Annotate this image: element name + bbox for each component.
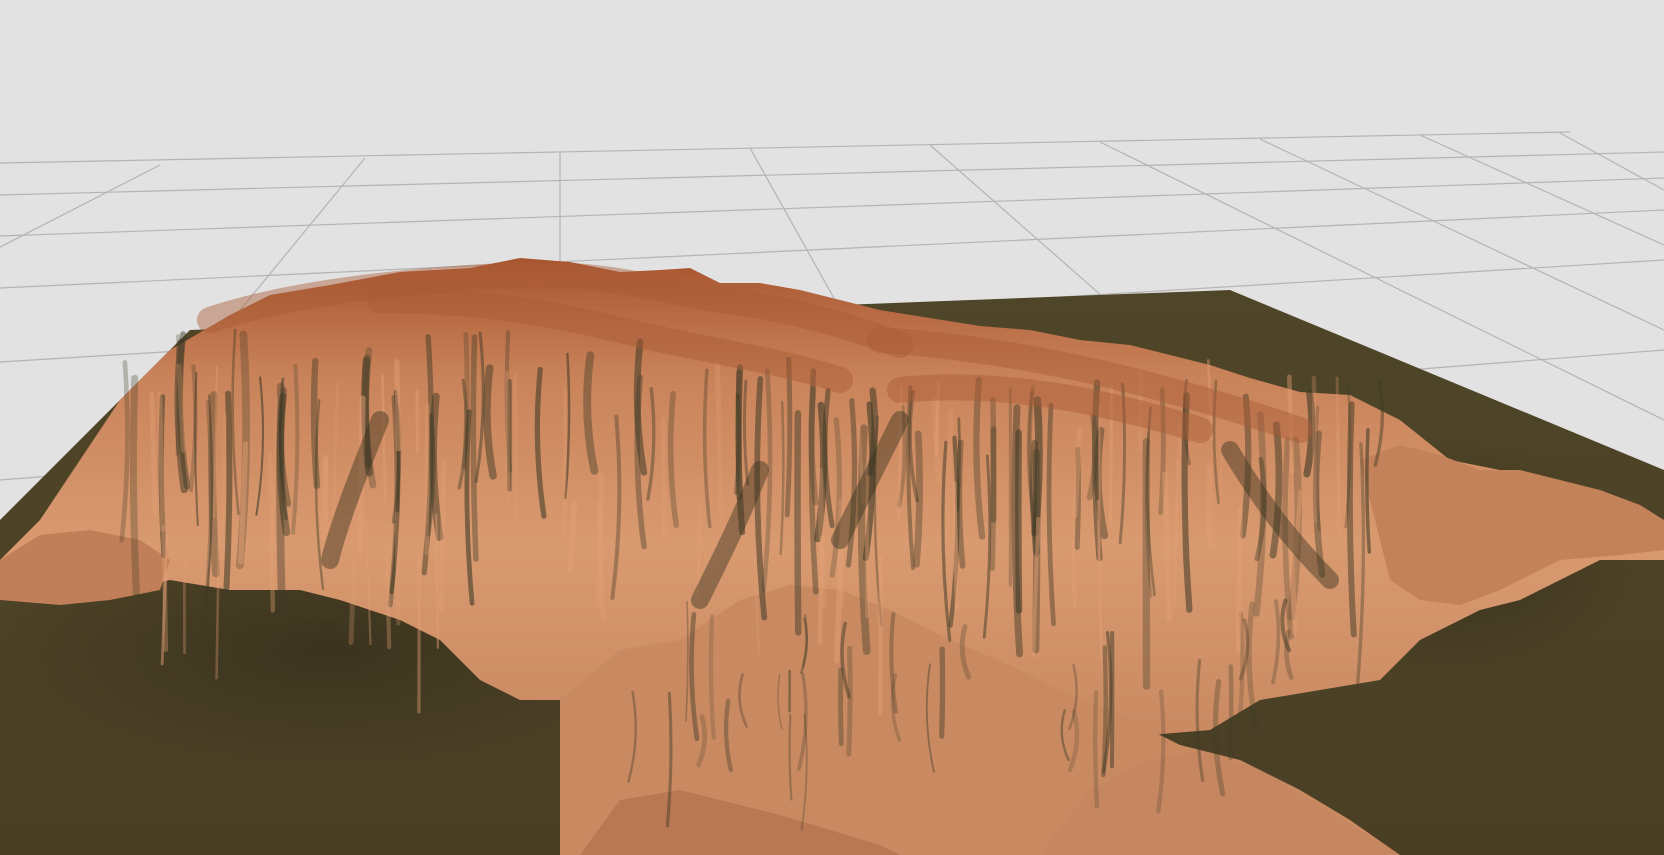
rock-highlight [1219, 445, 1224, 509]
grid-line-converging [1419, 134, 1664, 246]
erosion-gully [956, 417, 961, 512]
grid-line-horizontal [0, 131, 1571, 164]
erosion-gully [939, 646, 946, 739]
rock-highlight [157, 391, 165, 533]
erosion-gully [223, 390, 233, 592]
rock-highlight [1235, 506, 1243, 653]
rock-highlight [595, 472, 605, 610]
3d-viewport[interactable] [0, 0, 1664, 855]
erosion-gully [1093, 690, 1100, 809]
rock-highlight [384, 544, 392, 650]
rock-highlight [1335, 432, 1341, 539]
rock-highlight [952, 481, 959, 611]
rock-highlight [424, 402, 430, 556]
erosion-gully [129, 374, 140, 597]
erosion-gully [1031, 396, 1043, 537]
erosion-gully [470, 334, 479, 562]
rock-highlight [505, 370, 511, 507]
rock-highlight [435, 513, 440, 649]
erosion-gully [838, 667, 844, 747]
rock-highlight [1070, 541, 1077, 608]
erosion-gully [276, 382, 286, 614]
rock-highlight [394, 511, 401, 626]
rock-highlight [161, 524, 169, 653]
erosion-gully [846, 645, 853, 757]
grid-line-horizontal [0, 209, 1664, 289]
erosion-gully [784, 356, 793, 518]
rock-highlight [877, 556, 884, 716]
grid-line-converging [1259, 138, 1664, 331]
rock-highlight [1311, 375, 1318, 524]
rock-highlight [394, 358, 402, 452]
rock-highlight [513, 371, 519, 523]
erosion-gully [310, 357, 321, 490]
rock-highlight [267, 451, 276, 613]
erosion-gully [1015, 429, 1023, 614]
terrain-scene[interactable] [0, 0, 1664, 855]
erosion-gully [794, 410, 802, 636]
grid-line-horizontal [0, 177, 1664, 237]
rock-highlight [660, 417, 667, 543]
erosion-gully [1228, 664, 1234, 761]
rock-highlight [438, 460, 447, 613]
rock-highlight [149, 391, 158, 516]
rock-highlight [320, 456, 329, 541]
rock-highlight [714, 361, 724, 518]
